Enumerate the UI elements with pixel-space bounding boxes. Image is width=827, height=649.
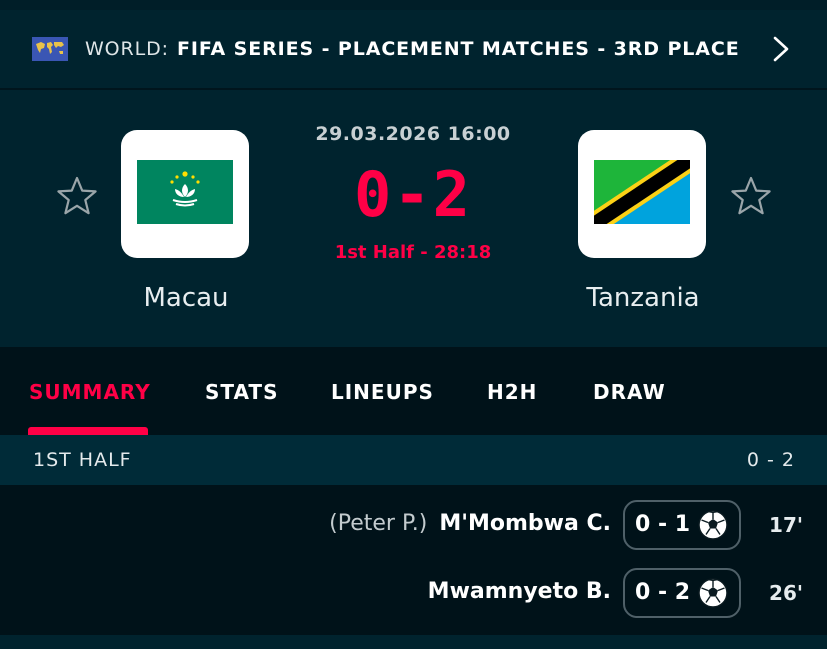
active-tab-indicator xyxy=(28,427,148,435)
tab-draw[interactable]: DRAW xyxy=(593,380,666,404)
goal-score: 0 - 2 xyxy=(635,580,691,605)
home-favorite-star-icon[interactable] xyxy=(55,174,99,218)
goal-score: 0 - 1 xyxy=(635,512,691,537)
scorer-player[interactable]: Mwamnyeto B. xyxy=(428,579,611,604)
away-favorite-star-icon[interactable] xyxy=(729,174,773,218)
top-strip xyxy=(0,0,827,10)
bottom-strip xyxy=(0,635,827,649)
goal-event[interactable]: (Peter P.) M'Mombwa C. 0 - 1 17' xyxy=(0,497,827,557)
match-score: 0-2 xyxy=(354,158,472,231)
macau-flag-icon xyxy=(137,160,233,224)
tab-stats[interactable]: STATS xyxy=(205,380,278,404)
world-map-flag-icon xyxy=(32,37,68,61)
competition-country: WORLD: xyxy=(85,38,169,60)
scorer-player[interactable]: M'Mombwa C. xyxy=(439,511,611,536)
event-minute: 26' xyxy=(769,581,803,605)
period-score: 0 - 2 xyxy=(746,449,795,471)
tanzania-flag-icon xyxy=(594,160,690,224)
event-list: (Peter P.) M'Mombwa C. 0 - 1 17' Mwamnyet… xyxy=(0,485,827,635)
goal-score-badge: 0 - 2 xyxy=(623,568,741,618)
event-players: (Peter P.) M'Mombwa C. xyxy=(329,511,611,536)
competition-title[interactable]: WORLD: FIFA SERIES - PLACEMENT MATCHES -… xyxy=(85,10,740,88)
competition-name: FIFA SERIES - PLACEMENT MATCHES - 3RD PL… xyxy=(176,38,740,60)
match-header: Macau 29.03.2026 16:00 0-2 1st Half - 28… xyxy=(0,90,827,347)
match-status: 1st Half - 28:18 xyxy=(334,242,492,263)
assist-player[interactable]: (Peter P.) xyxy=(329,511,427,536)
tab-lineups[interactable]: LINEUPS xyxy=(331,380,434,404)
period-label: 1ST HALF xyxy=(33,449,132,471)
event-minute: 17' xyxy=(769,513,803,537)
tab-summary[interactable]: SUMMARY xyxy=(29,380,151,404)
soccer-ball-icon xyxy=(698,510,728,540)
soccer-ball-icon xyxy=(698,578,728,608)
match-tabs: SUMMARY STATS LINEUPS H2H DRAW xyxy=(0,347,827,435)
goal-event[interactable]: Mwamnyeto B. 0 - 2 26' xyxy=(0,565,827,625)
period-header: 1ST HALF 0 - 2 xyxy=(0,435,827,485)
event-players: Mwamnyeto B. xyxy=(428,579,611,604)
goal-score-badge: 0 - 1 xyxy=(623,500,741,550)
competition-bar[interactable]: WORLD: FIFA SERIES - PLACEMENT MATCHES -… xyxy=(0,10,827,88)
away-team-name[interactable]: Tanzania xyxy=(543,283,743,313)
tab-h2h[interactable]: H2H xyxy=(487,380,537,404)
chevron-right-icon[interactable] xyxy=(768,34,794,64)
away-team-logo[interactable] xyxy=(578,130,706,258)
home-team-name[interactable]: Macau xyxy=(86,283,286,313)
home-team-logo[interactable] xyxy=(121,130,249,258)
match-datetime: 29.03.2026 16:00 xyxy=(315,123,511,145)
